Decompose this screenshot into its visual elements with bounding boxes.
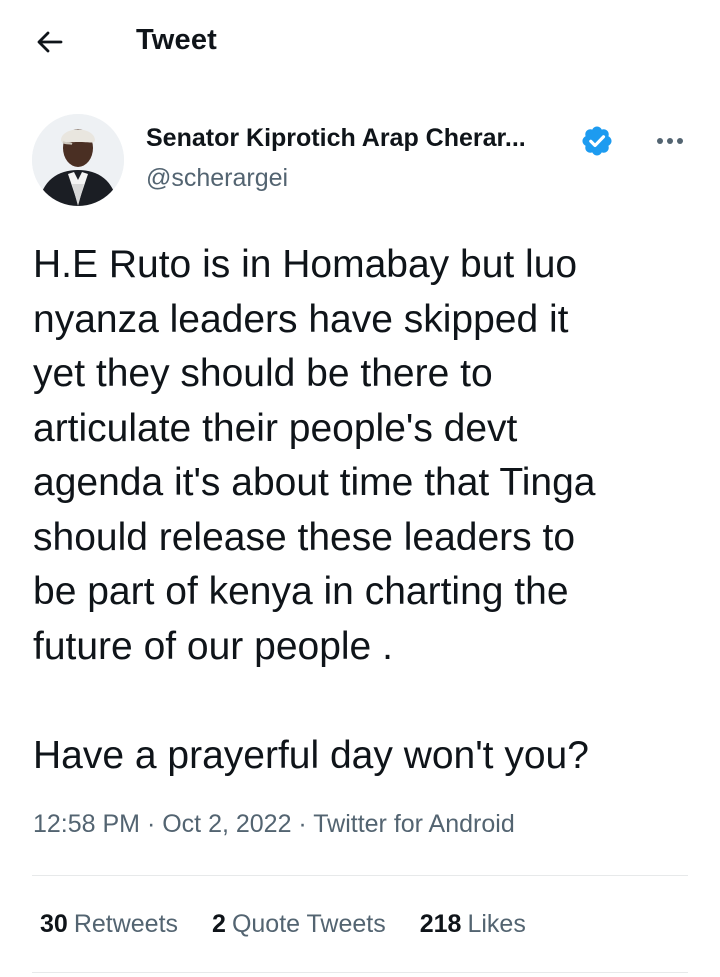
tweet-text: H.E Ruto is in Homabay but luo nyanza le… xyxy=(33,243,596,777)
likes-label: Likes xyxy=(467,910,526,938)
meta-separator: · xyxy=(291,810,314,838)
meta-separator: · xyxy=(140,810,163,838)
retweets-count: 30 xyxy=(40,910,68,938)
engagement-stats: 30 Retweets 2 Quote Tweets 218 Likes xyxy=(40,910,560,939)
retweets-stat[interactable]: 30 Retweets xyxy=(40,910,178,939)
likes-count: 218 xyxy=(419,910,462,938)
divider xyxy=(32,875,688,876)
more-options-icon[interactable] xyxy=(652,128,688,154)
divider xyxy=(32,972,688,973)
quote-tweets-label: Quote Tweets xyxy=(231,910,386,938)
author-handle[interactable]: @scherargei xyxy=(146,164,288,193)
quote-tweets-count: 2 xyxy=(212,910,226,938)
retweets-label: Retweets xyxy=(73,910,179,938)
tweet-date[interactable]: Oct 2, 2022 xyxy=(162,810,291,838)
quote-tweets-stat[interactable]: 2 Quote Tweets xyxy=(212,910,386,939)
back-arrow-icon[interactable] xyxy=(34,26,66,58)
verified-badge-icon xyxy=(582,126,612,156)
author-name[interactable]: Senator Kiprotich Arap Cherar... xyxy=(146,124,526,153)
top-bar: Tweet xyxy=(0,0,720,86)
page-title: Tweet xyxy=(136,24,218,56)
tweet-time[interactable]: 12:58 PM xyxy=(33,810,140,838)
avatar[interactable] xyxy=(32,114,124,206)
tweet-source[interactable]: Twitter for Android xyxy=(313,810,514,838)
tweet-metadata: 12:58 PM · Oct 2, 2022 · Twitter for And… xyxy=(33,810,515,839)
likes-stat[interactable]: 218 Likes xyxy=(420,910,526,939)
